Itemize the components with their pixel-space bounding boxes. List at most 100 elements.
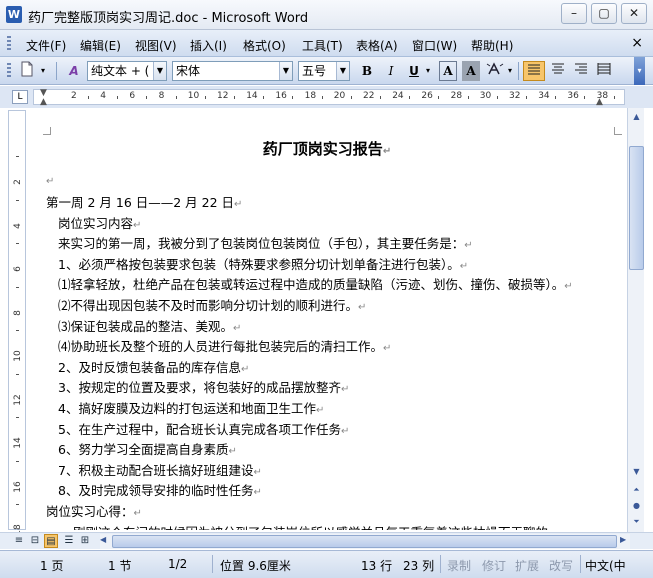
document-line[interactable]: 3、按规定的位置及要求，将包装好的成品摆放整齐↵ [58, 377, 349, 396]
paragraph-mark: ↵ [133, 219, 142, 231]
status-overtype[interactable]: 改写 [549, 557, 573, 574]
font-size-dropdown-icon[interactable]: ▼ [336, 62, 349, 80]
document-line[interactable]: 4、搞好废膜及边料的打包运送和地面卫生工作↵ [58, 398, 324, 417]
maximize-button[interactable]: ▢ [591, 3, 617, 24]
paragraph-mark: ↵ [253, 466, 262, 478]
document-line[interactable]: 7、积极主动配合班长搞好班组建设↵ [58, 460, 262, 479]
document-title[interactable]: 药厂顶岗实习报告↵ [28, 138, 626, 159]
horizontal-scroll-thumb[interactable] [112, 535, 617, 548]
left-indent-marker[interactable]: ▲ [40, 97, 47, 107]
document-line-text: ⑶保证包装成品的整洁、美观。 [58, 318, 234, 334]
status-line: 13 行 [361, 559, 393, 573]
document-line[interactable]: 8、及时完成领导安排的临时性任务↵ [58, 480, 262, 499]
font-size-combo[interactable]: 五号 ▼ [298, 61, 350, 81]
document-line[interactable]: 6、努力学习全面提高自身素质↵ [58, 439, 237, 458]
menu-view[interactable]: 视图(V) [135, 37, 177, 54]
vertical-ruler-tick [16, 156, 19, 157]
menu-format[interactable]: 格式(O) [243, 37, 286, 54]
document-line[interactable]: 1、必须严格按包装要求包装（特殊要求参照分切计划单备注进行包装）。↵ [58, 254, 468, 273]
document-line[interactable]: 岗位实习心得：↵ [46, 501, 142, 520]
font-combo[interactable]: 宋体 ▼ [172, 61, 293, 81]
document-line[interactable]: ⑵不得出现因包装不及时而影响分切计划的顺利进行。↵ [58, 295, 366, 314]
status-record-macro[interactable]: 录制 [447, 557, 471, 574]
menu-table[interactable]: 表格(A) [356, 37, 398, 54]
horizontal-scrollbar[interactable]: ◀ ▶ [100, 534, 630, 549]
styles-and-formatting-icon[interactable]: A [64, 61, 84, 81]
menubar-grip[interactable] [7, 36, 11, 52]
print-layout-view-icon[interactable]: ▤ [44, 534, 58, 548]
document-line[interactable]: 第一周 2 月 16 日——2 月 22 日↵ [46, 192, 242, 211]
tab-selector[interactable]: L [12, 90, 28, 104]
underline-button[interactable]: U [405, 61, 423, 81]
vertical-ruler-tick [16, 373, 19, 375]
close-document-button[interactable]: × [631, 35, 643, 51]
paragraph-mark: ↵ [253, 487, 262, 499]
horizontal-ruler[interactable]: ▼ ▲ ▲ 2 4 6 8 10 12 14 16 18 20 22 24 26 28 30 32 34 36 38 [33, 88, 625, 107]
toolbar-options-icon[interactable]: ▾ [634, 57, 645, 85]
outline-view-icon[interactable]: ☰ [62, 534, 76, 548]
font-dropdown-icon[interactable]: ▼ [279, 62, 292, 80]
character-scaling-icon[interactable] [485, 61, 505, 81]
ruler-number: 12 [217, 91, 229, 101]
document-line[interactable]: 岗位实习内容↵ [58, 213, 141, 232]
style-combo[interactable]: 纯文本 + ( ▼ [87, 61, 167, 81]
status-track-changes[interactable]: 修订 [482, 557, 506, 574]
document-page[interactable]: 药厂顶岗实习报告↵ ↵ 第一周 2 月 16 日——2 月 22 日↵ 岗位实习内… [28, 108, 626, 530]
underline-dropdown-icon[interactable]: ▾ [424, 61, 432, 81]
reading-layout-view-icon[interactable]: ⊞ [78, 534, 92, 548]
new-document-dropdown-icon[interactable]: ▾ [38, 61, 48, 81]
scroll-right-icon[interactable]: ▶ [620, 535, 630, 544]
word-app-icon[interactable]: W [6, 6, 22, 23]
align-right-button[interactable] [571, 61, 591, 81]
scroll-up-icon[interactable]: ▲ [629, 109, 644, 124]
align-center-button[interactable] [548, 61, 568, 81]
ruler-tick [234, 96, 235, 99]
ruler-number: 24 [392, 91, 404, 101]
status-extend[interactable]: 扩展 [515, 557, 539, 574]
document-line[interactable]: 2、及时反馈包装备品的库存信息↵ [58, 357, 249, 376]
menu-edit[interactable]: 编辑(E) [80, 37, 121, 54]
close-button[interactable]: ✕ [621, 3, 647, 24]
new-document-icon[interactable] [18, 61, 36, 81]
menu-help[interactable]: 帮助(H) [471, 37, 513, 54]
previous-page-icon[interactable]: ⏶ [629, 482, 644, 497]
vertical-ruler-number: 6 [13, 266, 23, 272]
vertical-ruler[interactable]: 2 4 6 8 10 12 14 16 18 [8, 110, 26, 536]
document-line[interactable]: 5、在生产过程中，配合班长认真完成各项工作任务↵ [58, 419, 349, 438]
character-shading-icon[interactable]: A [462, 61, 480, 81]
scroll-left-icon[interactable]: ◀ [100, 535, 110, 544]
document-line-text: 来实习的第一周，我被分到了包装岗位包装岗位（手包），其主要任务是： [58, 236, 465, 252]
document-line[interactable]: ⑷协助班长及整个班的人员进行每批包装完后的清扫工作。↵ [58, 336, 391, 355]
menu-file[interactable]: 文件(F) [26, 37, 66, 54]
document-line[interactable]: ⑴轻拿轻放，杜绝产品在包装或转运过程中造成的质量缺陷（污迹、划伤、撞伤、破损等）… [58, 274, 573, 293]
ruler-number: 26 [421, 91, 433, 101]
style-dropdown-icon[interactable]: ▼ [153, 62, 166, 80]
document-line-text: 3、按规定的位置及要求，将包装好的成品摆放整齐 [58, 380, 341, 396]
document-line-text: 岗位实习心得： [46, 504, 134, 519]
align-justify-button[interactable] [523, 61, 545, 81]
distributed-align-button[interactable] [594, 61, 614, 81]
menu-tools[interactable]: 工具(T) [302, 37, 343, 54]
bold-button[interactable]: B [358, 61, 376, 81]
document-line[interactable]: ⑶保证包装成品的整洁、美观。↵ [58, 316, 241, 335]
menu-window[interactable]: 窗口(W) [412, 37, 457, 54]
select-browse-object-icon[interactable]: ● [629, 498, 644, 513]
status-language: 中文(中 [585, 559, 626, 573]
menu-insert[interactable]: 插入(I) [190, 37, 227, 54]
web-layout-view-icon[interactable]: ⊟ [28, 534, 42, 548]
scaling-dropdown-icon[interactable]: ▾ [506, 61, 514, 81]
toolbar-grip[interactable] [7, 63, 11, 79]
status-separator [212, 555, 213, 573]
empty-paragraph[interactable]: ↵ [46, 172, 54, 187]
next-page-icon[interactable]: ⏷ [629, 514, 644, 529]
vertical-scrollbar[interactable]: ▲ ▼ ⏶ ● ⏷ [627, 108, 644, 532]
document-line[interactable]: 刚刚这个东间的时候因为被分到了包装岗位所以感觉并且每天重复着这些枯燥而无聊的 [73, 522, 548, 530]
vertical-ruler-tick [16, 330, 19, 331]
document-line[interactable]: 来实习的第一周，我被分到了包装岗位包装岗位（手包），其主要任务是：↵ [58, 233, 473, 252]
minimize-button[interactable]: – [561, 3, 587, 24]
italic-button[interactable]: I [382, 61, 400, 81]
character-border-icon[interactable]: A [439, 61, 457, 81]
vertical-scroll-thumb[interactable] [629, 146, 644, 270]
normal-view-icon[interactable]: ≡ [12, 534, 26, 548]
scroll-down-icon[interactable]: ▼ [629, 464, 644, 479]
